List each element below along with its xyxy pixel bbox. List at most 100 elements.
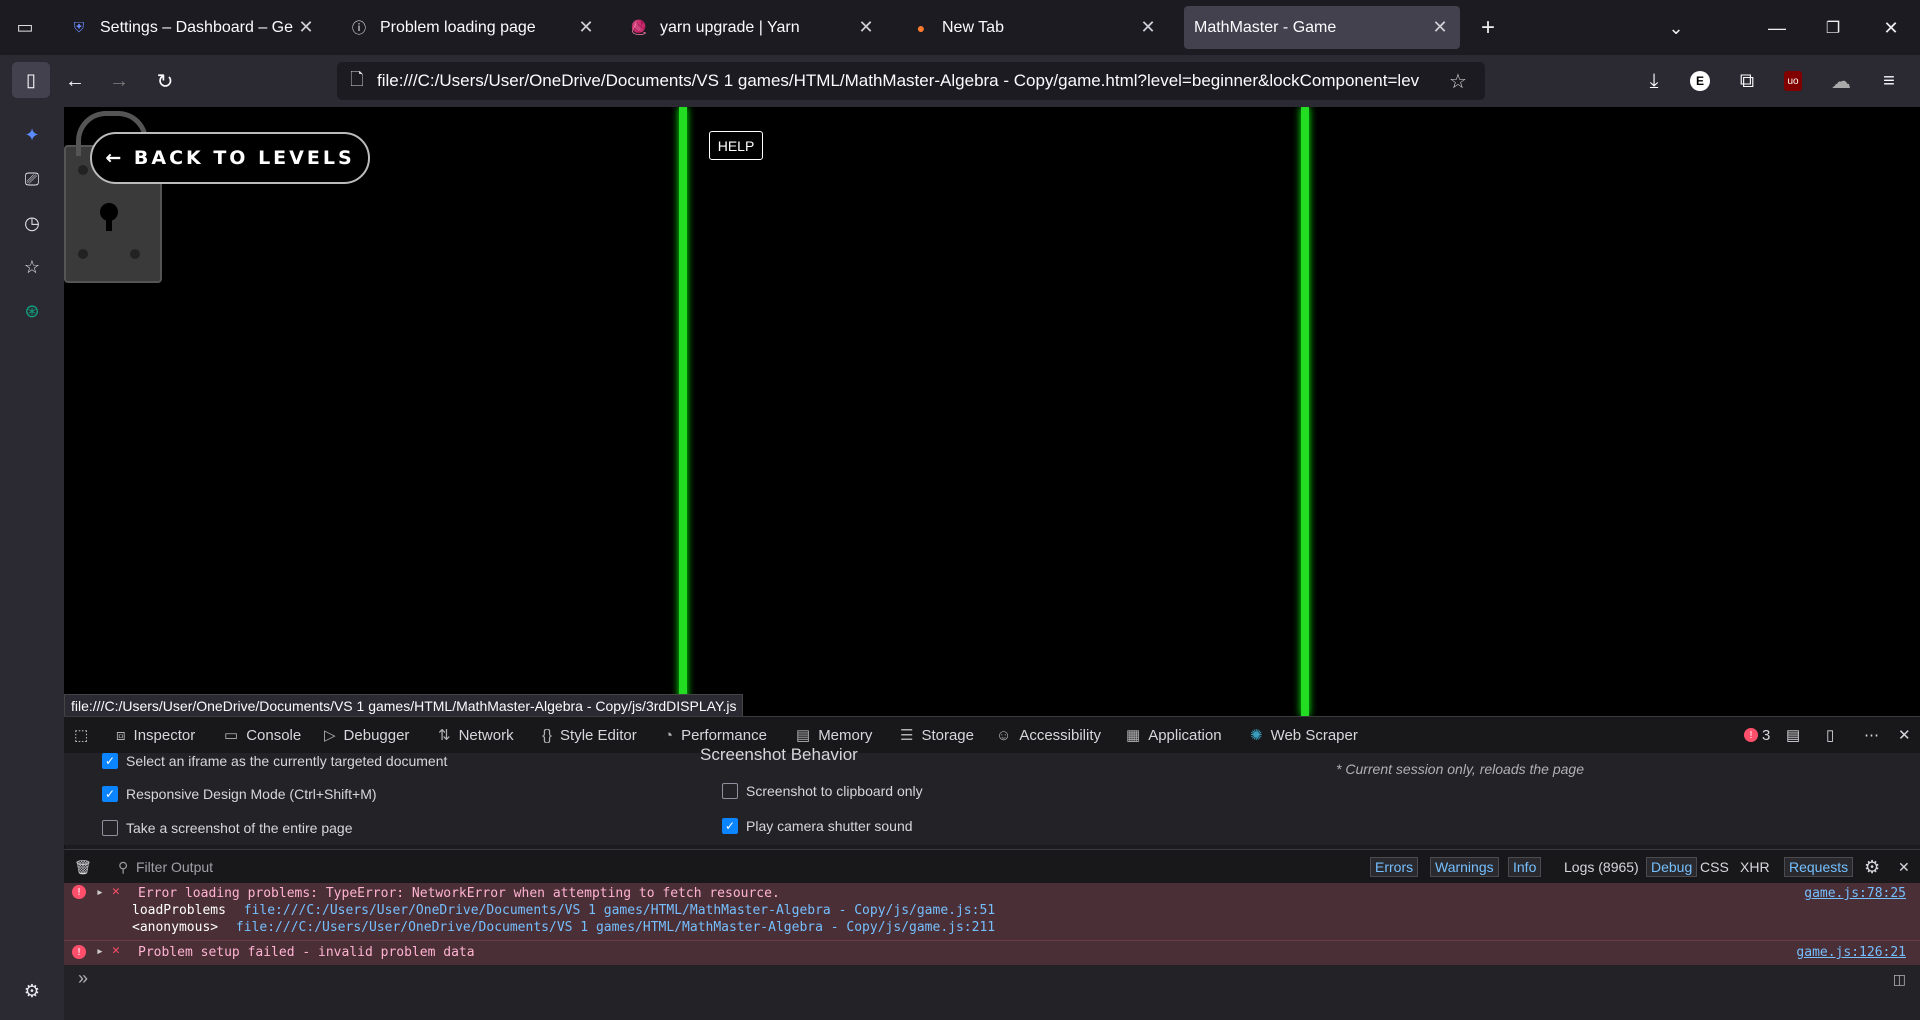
option-responsive-design[interactable]: ✓ Responsive Design Mode (Ctrl+Shift+M) — [102, 786, 377, 802]
close-window-button[interactable]: ✕ — [1876, 14, 1906, 42]
devtools-tab-label: Application — [1148, 726, 1222, 744]
reload-icon[interactable]: ↻ — [150, 66, 180, 96]
console-filter-bar: 🗑 ⚲ Filter Output Errors Warnings Info L… — [64, 849, 1920, 885]
menu-icon[interactable]: ≡ — [1874, 66, 1904, 96]
close-devtools-icon[interactable]: ✕ — [1898, 717, 1911, 753]
stack-function: <anonymous> — [132, 920, 219, 935]
restore-button[interactable]: ❐ — [1818, 14, 1848, 42]
tab-console[interactable]: ▭ Console — [224, 717, 301, 753]
error-count-badge[interactable]: ! 3 — [1744, 717, 1770, 753]
extension-e-icon[interactable]: E — [1685, 66, 1715, 96]
responsive-mode-icon[interactable]: ▯ — [1826, 717, 1834, 753]
checkbox-icon[interactable] — [722, 783, 738, 799]
close-icon[interactable]: ✕ — [854, 17, 878, 38]
stack-source-link[interactable]: file:///C:/Users/User/OneDrive/Documents… — [236, 920, 995, 935]
tab-style-editor[interactable]: {} Style Editor — [542, 717, 637, 753]
downloads-icon[interactable]: ⤓ — [1639, 66, 1669, 96]
console-error-message[interactable]: ! ▸ ✕ Error loading problems: TypeError:… — [64, 883, 1920, 941]
option-iframe[interactable]: ✓ Select an iframe as the currently targe… — [102, 753, 447, 769]
gemini-icon[interactable]: ✦ — [16, 119, 48, 151]
console-icon: ▭ — [224, 727, 239, 744]
synced-tabs-icon[interactable]: ⎚ — [16, 163, 48, 195]
inspector-icon: ⧈ — [116, 726, 126, 744]
sidebar-settings-icon[interactable]: ⚙ — [16, 975, 48, 1007]
sidebar-toggle-console-icon[interactable]: ◫ — [1893, 971, 1906, 988]
close-icon[interactable]: ✕ — [294, 17, 318, 38]
stack-source-link[interactable]: file:///C:/Users/User/OneDrive/Documents… — [244, 903, 995, 918]
tab-web-scraper[interactable]: ✺ Web Scraper — [1250, 717, 1358, 753]
checkbox-icon[interactable] — [102, 820, 118, 836]
tab-new-tab[interactable]: ● New Tab ✕ — [900, 6, 1168, 49]
expand-arrow-icon[interactable]: ▸ — [96, 885, 104, 900]
filter-xhr[interactable]: XHR — [1740, 850, 1770, 884]
account-icon[interactable]: ☁ — [1826, 66, 1856, 96]
source-link[interactable]: game.js:126:21 — [1796, 945, 1906, 960]
extensions-puzzle-icon[interactable]: ⧉ — [1732, 66, 1762, 96]
back-arrow-icon[interactable]: ← — [60, 66, 90, 96]
tab-label: New Tab — [942, 18, 1004, 36]
x-icon: ✕ — [112, 943, 120, 958]
filter-css[interactable]: CSS — [1700, 850, 1729, 884]
pick-element-icon[interactable]: ⬚ — [74, 717, 88, 753]
sidebar-toggle-icon[interactable]: ▯ — [12, 62, 50, 98]
tab-network[interactable]: ⇅ Network — [438, 717, 514, 753]
new-tab-button[interactable]: + — [1474, 14, 1502, 42]
back-to-levels-button[interactable]: ← BACK TO LEVELS — [90, 132, 370, 184]
yarn-icon: 🧶 — [630, 19, 648, 35]
console-input[interactable]: » ◫ — [64, 965, 1920, 1020]
option-clipboard[interactable]: Screenshot to clipboard only — [722, 783, 923, 799]
expand-arrow-icon[interactable]: ▸ — [96, 944, 104, 959]
history-icon[interactable]: ◷ — [16, 207, 48, 239]
filter-label: Info — [1508, 857, 1542, 877]
tab-application[interactable]: ▦ Application — [1126, 717, 1222, 753]
tab-settings-gemini[interactable]: ⛨ Settings – Dashboard – Gemini ✕ — [58, 6, 326, 49]
url-text[interactable]: file:///C:/Users/User/OneDrive/Documents… — [377, 71, 1437, 91]
more-options-icon[interactable]: ⋯ — [1864, 717, 1879, 753]
stack-frame: loadProblems file:///C:/Users/User/OneDr… — [132, 903, 995, 918]
source-link[interactable]: game.js:78:25 — [1804, 886, 1906, 901]
split-console-icon[interactable]: ▤ — [1786, 717, 1800, 753]
console-settings-icon[interactable]: ⚙ — [1864, 850, 1880, 884]
status-url: file:///C:/Users/User/OneDrive/Documents… — [64, 694, 744, 718]
tab-storage[interactable]: ☰ Storage — [900, 717, 974, 753]
tab-debugger[interactable]: ▷ Debugger — [324, 717, 409, 753]
filter-info[interactable]: Info — [1508, 850, 1542, 884]
forward-arrow-icon[interactable]: → — [104, 66, 134, 96]
ublock-icon[interactable]: uo — [1778, 66, 1808, 96]
tab-inspector[interactable]: ⧈ Inspector — [116, 717, 195, 753]
bookmark-star-icon[interactable]: ☆ — [1449, 69, 1467, 94]
error-icon: ! — [72, 885, 86, 899]
tab-yarn-upgrade[interactable]: 🧶 yarn upgrade | Yarn ✕ — [618, 6, 886, 49]
close-console-icon[interactable]: ✕ — [1898, 850, 1910, 884]
firefox-view-icon[interactable]: ▭ — [12, 14, 38, 40]
tab-accessibility[interactable]: ☺ Accessibility — [996, 717, 1101, 753]
stack-function: loadProblems — [132, 903, 226, 918]
url-bar[interactable]: 🗋 file:///C:/Users/User/OneDrive/Documen… — [337, 62, 1485, 100]
filter-debug[interactable]: Debug — [1646, 850, 1698, 884]
minimize-button[interactable]: — — [1762, 14, 1792, 42]
error-count: 3 — [1762, 726, 1771, 744]
filter-errors[interactable]: Errors — [1370, 850, 1419, 884]
checkbox-icon[interactable]: ✓ — [722, 818, 738, 834]
filter-logs[interactable]: Logs (8965) — [1564, 850, 1639, 884]
console-error-message[interactable]: ! ▸ ✕ Problem setup failed - invalid pro… — [64, 941, 1920, 966]
filter-warnings[interactable]: Warnings — [1430, 850, 1499, 884]
close-icon[interactable]: ✕ — [1136, 17, 1160, 38]
info-icon: ⓘ — [352, 19, 366, 36]
option-screenshot-page[interactable]: Take a screenshot of the entire page — [102, 820, 352, 836]
tab-mathmaster-game[interactable]: MathMaster - Game ✕ — [1184, 6, 1460, 49]
help-button[interactable]: HELP — [709, 131, 763, 160]
chatgpt-icon[interactable]: ⊛ — [16, 295, 48, 327]
filter-requests[interactable]: Requests — [1784, 850, 1854, 884]
checkbox-icon[interactable]: ✓ — [102, 786, 118, 802]
close-icon[interactable]: ✕ — [1428, 17, 1452, 38]
checkbox-icon[interactable]: ✓ — [102, 753, 118, 769]
list-all-tabs-icon[interactable]: ⌄ — [1662, 14, 1690, 42]
filter-input[interactable]: Filter Output — [136, 850, 213, 884]
bookmarks-icon[interactable]: ☆ — [16, 251, 48, 283]
firefox-icon: ● — [916, 19, 926, 36]
clear-console-icon[interactable]: 🗑 — [74, 850, 92, 884]
option-shutter-sound[interactable]: ✓ Play camera shutter sound — [722, 818, 913, 834]
close-icon[interactable]: ✕ — [574, 17, 598, 38]
tab-problem-loading[interactable]: ⓘ Problem loading page ✕ — [338, 6, 606, 49]
